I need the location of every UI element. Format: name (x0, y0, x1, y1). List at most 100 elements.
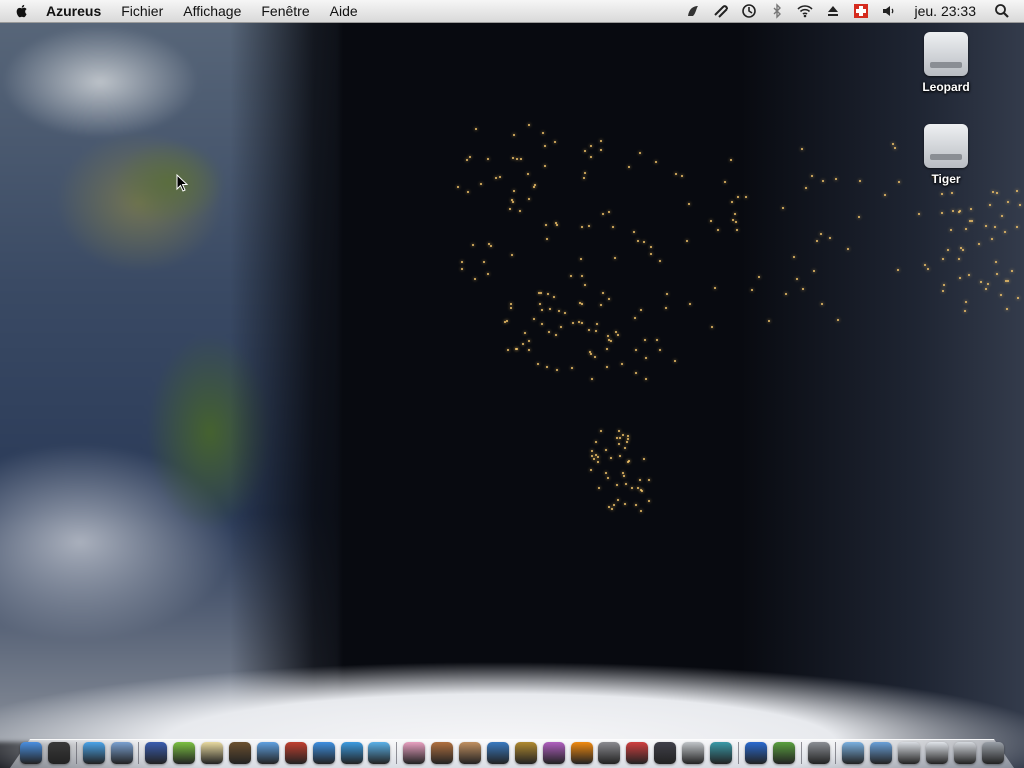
city-light (552, 296, 555, 299)
dock-finder-icon[interactable] (20, 742, 42, 764)
menu-view[interactable]: Affichage (173, 0, 251, 22)
city-light (590, 468, 592, 471)
city-light (644, 339, 647, 342)
dock-app-dvd-icon[interactable] (229, 742, 252, 764)
dock-preview-icon[interactable] (110, 742, 133, 764)
city-light (617, 430, 620, 433)
dock-app-chess-icon[interactable] (284, 742, 307, 764)
city-light (590, 377, 593, 380)
city-light (524, 332, 526, 335)
city-light (538, 302, 541, 305)
dock-camera-icon[interactable] (598, 742, 621, 764)
bluetooth-icon[interactable] (767, 3, 787, 19)
city-light (993, 225, 996, 228)
desktop-volume-leopard[interactable]: Leopard (906, 32, 986, 94)
hard-drive-icon[interactable] (924, 32, 968, 76)
menu-window[interactable]: Fenêtre (251, 0, 319, 22)
dock-stack-1-icon[interactable] (898, 742, 921, 764)
city-light (613, 257, 616, 260)
city-light (964, 300, 967, 303)
dock-keychain-icon[interactable] (626, 742, 649, 764)
city-light (506, 319, 509, 322)
menu-clock[interactable]: jeu. 23:33 (903, 3, 989, 19)
city-light (723, 181, 726, 184)
dock-ichat-icon[interactable] (340, 742, 363, 764)
city-light (583, 284, 586, 287)
city-light (605, 347, 608, 350)
city-light (595, 330, 597, 333)
dock-imovie-icon[interactable] (486, 742, 509, 764)
spotlight-icon[interactable] (992, 3, 1012, 19)
menu-help[interactable]: Aide (320, 0, 368, 22)
dock-trash-icon[interactable] (981, 742, 1004, 764)
dock-app-pineapple-icon[interactable] (514, 742, 537, 764)
city-light (527, 340, 530, 343)
city-light (971, 219, 974, 222)
dock-word-icon[interactable] (744, 742, 767, 764)
city-light (659, 259, 662, 262)
city-light (963, 309, 966, 312)
dock-safari-icon[interactable] (82, 742, 105, 764)
swiss-flag-icon[interactable] (853, 4, 868, 18)
wifi-icon[interactable] (795, 3, 815, 19)
city-light (659, 348, 662, 351)
city-light (558, 310, 561, 313)
city-light (570, 367, 573, 370)
volume-icon[interactable] (879, 3, 899, 19)
city-light (560, 325, 563, 328)
dock-vlc-icon[interactable] (570, 742, 593, 764)
city-light (635, 372, 637, 375)
city-light (486, 157, 489, 160)
city-light (597, 456, 600, 459)
city-light (623, 475, 626, 478)
dock-stack-2-icon[interactable] (925, 742, 948, 764)
desktop-volume-tiger[interactable]: Tiger (906, 124, 986, 186)
eject-icon[interactable] (823, 3, 843, 19)
growl-icon[interactable] (683, 3, 703, 19)
status-area: jeu. 23:33 (679, 0, 1024, 22)
apple-icon[interactable] (14, 3, 30, 19)
menu-file[interactable]: Fichier (111, 0, 173, 22)
script-icon[interactable] (711, 3, 731, 19)
dock-stack-3-icon[interactable] (953, 742, 976, 764)
dock-app-vine-icon[interactable] (772, 742, 795, 764)
dock-folder-2-icon[interactable] (870, 742, 893, 764)
dock-dashboard-icon[interactable] (47, 742, 70, 764)
dock-app-x-icon[interactable] (654, 742, 677, 764)
dock-app-green-icon[interactable] (173, 742, 196, 764)
dock-photo-icon[interactable] (431, 742, 454, 764)
dock-folder-1-icon[interactable] (842, 742, 865, 764)
city-light (615, 483, 618, 486)
dock-app-disc-icon[interactable] (459, 742, 482, 764)
time-machine-icon[interactable] (739, 3, 759, 19)
hard-drive-icon[interactable] (924, 124, 968, 168)
city-light (612, 226, 615, 229)
city-light (666, 293, 669, 296)
dock-app-blue-icon[interactable] (256, 742, 279, 764)
city-light (599, 140, 602, 143)
dock-app-box-icon[interactable] (201, 742, 224, 764)
dock-app-usb-icon[interactable] (682, 742, 705, 764)
city-light (607, 339, 610, 342)
dock-itunes-icon[interactable] (312, 742, 335, 764)
city-light (632, 230, 635, 233)
dock-messenger-icon[interactable] (368, 742, 391, 764)
city-light (518, 209, 521, 212)
city-light (607, 335, 610, 338)
dock-app-pink-icon[interactable] (403, 742, 426, 764)
dock-app-dial-icon[interactable] (710, 742, 733, 764)
city-light (602, 212, 605, 215)
dock-system-prefs-icon[interactable] (807, 742, 830, 764)
city-light (630, 486, 633, 489)
dock-app-ribbon-icon[interactable] (542, 742, 565, 764)
city-light (546, 292, 549, 295)
dock-icon-row (20, 732, 1004, 764)
city-light (639, 152, 642, 155)
dock-automator-icon[interactable] (145, 742, 168, 764)
city-light (625, 441, 628, 444)
city-light (735, 229, 738, 232)
city-light (474, 128, 477, 130)
app-menu[interactable]: Azureus (36, 0, 111, 22)
city-light (489, 245, 492, 247)
city-light (647, 478, 650, 481)
